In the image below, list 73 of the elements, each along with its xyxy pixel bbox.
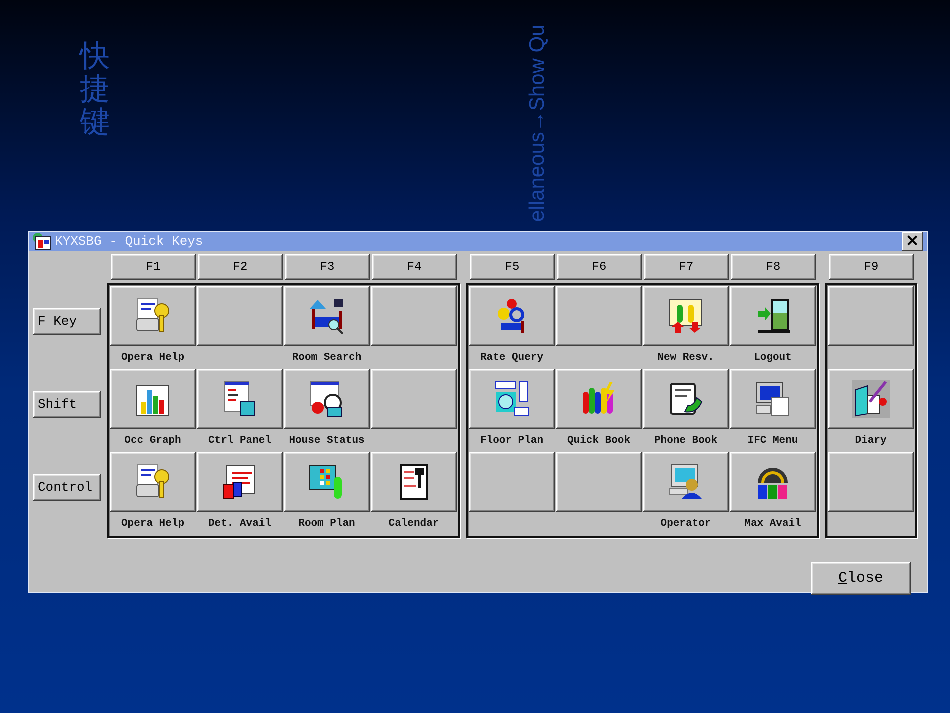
shortcut-label: Phone Book: [654, 434, 718, 446]
shortcut-button[interactable]: [371, 286, 457, 346]
phone-book-icon: [667, 380, 705, 418]
function-key-button[interactable]: F7: [644, 254, 729, 280]
shortcut-label: Ctrl Panel: [208, 434, 272, 446]
shortcut-button[interactable]: [469, 369, 555, 429]
shortcut-label: Det. Avail: [208, 518, 272, 530]
shortcut-button[interactable]: [197, 452, 283, 512]
shortcut-button[interactable]: [643, 369, 729, 429]
printer-key-icon: [134, 463, 172, 501]
shortcut-button[interactable]: [828, 452, 914, 512]
shortcut-label: Opera Help: [121, 352, 184, 364]
shortcut-button[interactable]: [284, 286, 370, 346]
computer-figure-icon: [667, 463, 705, 501]
window-title: KYXSBG - Quick Keys: [55, 234, 204, 249]
shortcut-button[interactable]: [371, 452, 457, 512]
shortcut-button[interactable]: [730, 452, 816, 512]
shortcut-button[interactable]: [730, 286, 816, 346]
shortcut-label: Calendar: [388, 518, 440, 530]
modifier-button[interactable]: Shift: [33, 391, 101, 418]
slide-title: 快捷键: [80, 40, 110, 139]
function-key-button[interactable]: F1: [111, 254, 196, 280]
shortcut-label: Operator: [660, 518, 712, 530]
shortcut-button[interactable]: [469, 452, 555, 512]
function-key-button[interactable]: F3: [285, 254, 370, 280]
printer-key-icon: [134, 297, 172, 335]
floor-plan-icon: [493, 380, 531, 418]
shortcut-button[interactable]: [284, 369, 370, 429]
shortcut-label: House Status: [289, 434, 365, 446]
shortcut-button[interactable]: [730, 369, 816, 429]
shortcut-button[interactable]: [643, 452, 729, 512]
shortcut-button[interactable]: [828, 369, 914, 429]
shortcut-label: Room Search: [292, 352, 362, 364]
function-key-button[interactable]: F6: [557, 254, 642, 280]
notebook-pen-icon: [852, 380, 890, 418]
shortcut-button[interactable]: [556, 369, 642, 429]
shortcut-label: Occ Graph: [124, 434, 182, 446]
shortcut-label: Room Plan: [298, 518, 356, 530]
function-key-button[interactable]: F8: [731, 254, 816, 280]
function-key-button[interactable]: F4: [372, 254, 457, 280]
function-key-button[interactable]: F9: [829, 254, 914, 280]
shortcut-label: Quick Book: [567, 434, 630, 446]
house-bed-magnifier-icon: [308, 297, 346, 335]
shortcut-button[interactable]: [371, 369, 457, 429]
doorway-figures-icon: [667, 297, 705, 335]
shortcut-button[interactable]: [469, 286, 555, 346]
shortcut-label: Floor Plan: [480, 434, 544, 446]
shortcut-button[interactable]: [197, 369, 283, 429]
shortcut-label: Rate Query: [480, 352, 544, 364]
function-key-button[interactable]: F5: [470, 254, 555, 280]
shortcut-button[interactable]: [110, 369, 196, 429]
computer-icon: [754, 380, 792, 418]
function-key-button[interactable]: F2: [198, 254, 283, 280]
shortcut-label: Max Avail: [744, 518, 802, 530]
modifier-button[interactable]: Control: [33, 474, 101, 501]
shortcut-label: New Resv.: [658, 352, 714, 364]
shortcut-label: Diary: [855, 434, 887, 446]
modifier-button[interactable]: F Key: [33, 308, 101, 335]
shortcut-button[interactable]: [643, 286, 729, 346]
app-icon: [32, 232, 52, 250]
shortcut-button[interactable]: [110, 452, 196, 512]
close-button[interactable]: ×: [902, 232, 923, 251]
shortcut-button[interactable]: [828, 286, 914, 346]
shortcut-button[interactable]: [556, 286, 642, 346]
shortcut-button[interactable]: [556, 452, 642, 512]
shortcut-button[interactable]: [284, 452, 370, 512]
shortcut-label: IFC Menu: [748, 434, 798, 446]
shortcut-button[interactable]: [197, 286, 283, 346]
close-dialog-button[interactable]: Close: [811, 562, 911, 595]
shortcut-label: Logout: [754, 352, 792, 364]
shortcut-button[interactable]: [110, 286, 196, 346]
slide-caption: ellaneous→Show Qu: [526, 24, 550, 222]
shortcut-label: Opera Help: [121, 518, 184, 530]
